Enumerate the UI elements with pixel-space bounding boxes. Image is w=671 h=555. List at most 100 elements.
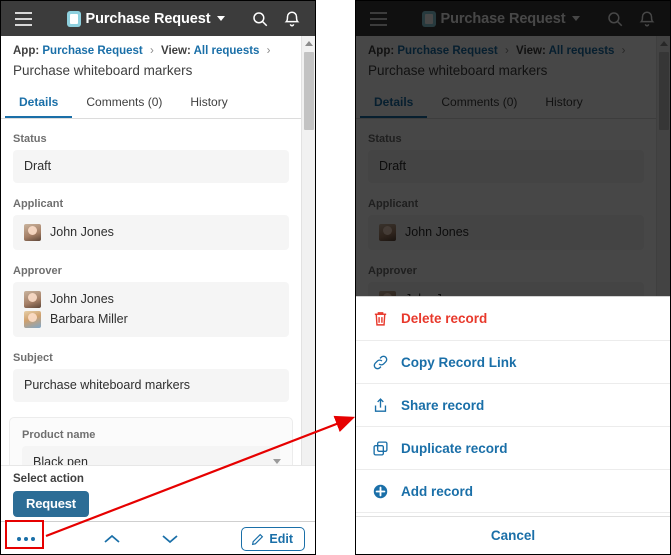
tab-bar: Details Comments (0) History [1,87,301,119]
field-label-approver: Approver [368,265,417,277]
breadcrumb-separator-2: › [621,45,626,57]
menu-item-share-record[interactable]: Share record [356,384,670,427]
notification-bell-icon[interactable] [283,10,301,28]
tab-details[interactable]: Details [5,87,73,118]
field-label-applicant: Applicant [13,198,64,210]
app-title-menu[interactable]: Purchase Request [41,10,251,27]
field-value-applicant: John Jones [13,215,289,250]
tab-bar: Details Comments (0) History [356,87,656,119]
breadcrumb-app-link: Purchase Request [397,45,498,57]
app-icon [421,10,436,27]
breadcrumb-separator-1: › [504,45,509,57]
tab-details: Details [360,87,428,118]
phone-panel-right: Purchase Request App: Purchase Request ›… [355,0,671,555]
menu-item-delete-record[interactable]: Delete record [356,297,670,341]
bottom-toolbar: Edit [1,521,315,554]
screenshot-stage: Purchase Request App: Purchase Request ›… [0,0,671,555]
cancel-button[interactable]: Cancel [356,516,670,554]
chevron-down-icon [273,459,281,464]
field-applicant: Applicant John Jones [368,198,644,250]
request-button[interactable]: Request [13,491,89,517]
action-sheet-items: Delete record Copy Record Link Share rec… [356,297,670,516]
person-name: John Jones [405,225,469,239]
search-icon [608,11,623,26]
phone-panel-left: Purchase Request App: Purchase Request ›… [0,0,316,555]
duplicate-icon [373,440,388,456]
share-icon [374,397,387,412]
scrollbar-thumb [659,52,669,130]
page-title: Purchase whiteboard markers [368,63,548,78]
notification-bell-icon [639,11,655,26]
previous-record-chevron-up-icon[interactable] [102,532,122,546]
app-header-bar: Purchase Request [1,1,315,36]
edit-button-label: Edit [269,532,293,546]
page-title: Purchase whiteboard markers [13,63,193,78]
edit-button[interactable]: Edit [241,527,305,551]
breadcrumb-app-prefix: App: [13,45,40,57]
next-record-chevron-down-icon[interactable] [160,532,180,546]
list-item: John Jones [379,224,633,241]
app-title-label: Purchase Request [85,10,211,27]
hamburger-icon [360,1,396,36]
field-status: Status Draft [13,133,289,183]
menu-item-label: Add record [401,483,474,499]
breadcrumb: App: Purchase Request › View: All reques… [1,36,301,61]
person-name: Barbara Miller [50,312,128,326]
scroll-up-arrow-icon[interactable] [302,36,315,50]
avatar [24,311,41,328]
field-value-status: Draft [368,150,644,183]
list-item: John Jones [24,291,278,308]
breadcrumb-separator-2: › [266,45,271,57]
tab-history: History [545,95,583,109]
breadcrumb-view-link[interactable]: All requests [194,45,260,57]
breadcrumb-app-prefix: App: [368,45,395,57]
menu-item-label: Duplicate record [401,440,508,456]
field-subject: Subject Purchase whiteboard markers [13,352,289,402]
app-title-menu: Purchase Request [396,10,606,27]
tab-history[interactable]: History [176,87,241,118]
list-item: John Jones [24,224,278,241]
avatar [24,291,41,308]
field-approver: Approver John Jones Barbara Miller [13,265,289,337]
trash-icon [374,312,387,326]
more-options-button[interactable] [11,533,41,545]
field-value-subject: Purchase whiteboard markers [13,369,289,402]
avatar [379,224,396,241]
avatar [24,224,41,241]
breadcrumb-app-link[interactable]: Purchase Request [42,45,142,57]
field-applicant: Applicant John Jones [13,198,289,250]
field-value-applicant: John Jones [368,215,644,250]
chevron-down-icon [572,16,581,21]
breadcrumb-view-link: All requests [548,45,615,57]
field-label-approver: Approver [13,265,62,277]
breadcrumb-view-prefix: View: [516,45,546,57]
plus-circle-icon [373,484,388,498]
hamburger-icon[interactable] [5,1,41,36]
menu-item-add-record[interactable]: Add record [356,470,670,513]
link-icon [373,355,388,369]
menu-item-duplicate-record[interactable]: Duplicate record [356,427,670,470]
breadcrumb-separator-1: › [149,45,154,57]
field-label-status: Status [13,133,47,145]
tab-comments: Comments (0) [441,95,518,109]
app-header-bar-dimmed: Purchase Request [356,1,670,36]
breadcrumb: App: Purchase Request › View: All reques… [356,36,656,61]
person-name: John Jones [50,225,114,239]
menu-item-copy-record-link[interactable]: Copy Record Link [356,341,670,384]
app-title-label: Purchase Request [440,10,566,27]
person-name: John Jones [50,292,114,306]
menu-item-label: Share record [401,397,485,413]
search-icon[interactable] [251,10,269,28]
pencil-icon [252,533,264,545]
field-value-approver: John Jones Barbara Miller [13,282,289,337]
tab-comments[interactable]: Comments (0) [72,87,176,118]
field-list: Status Draft Applicant John Jones Approv… [1,119,301,492]
breadcrumb-view-prefix: View: [161,45,191,57]
scrollbar-thumb[interactable] [304,52,314,130]
list-item: Barbara Miller [24,311,278,328]
scroll-up-arrow-icon [657,36,670,50]
field-label-applicant: Applicant [368,198,419,210]
app-icon [66,10,81,27]
field-label-subject: Subject [13,352,53,364]
field-value-status: Draft [13,150,289,183]
